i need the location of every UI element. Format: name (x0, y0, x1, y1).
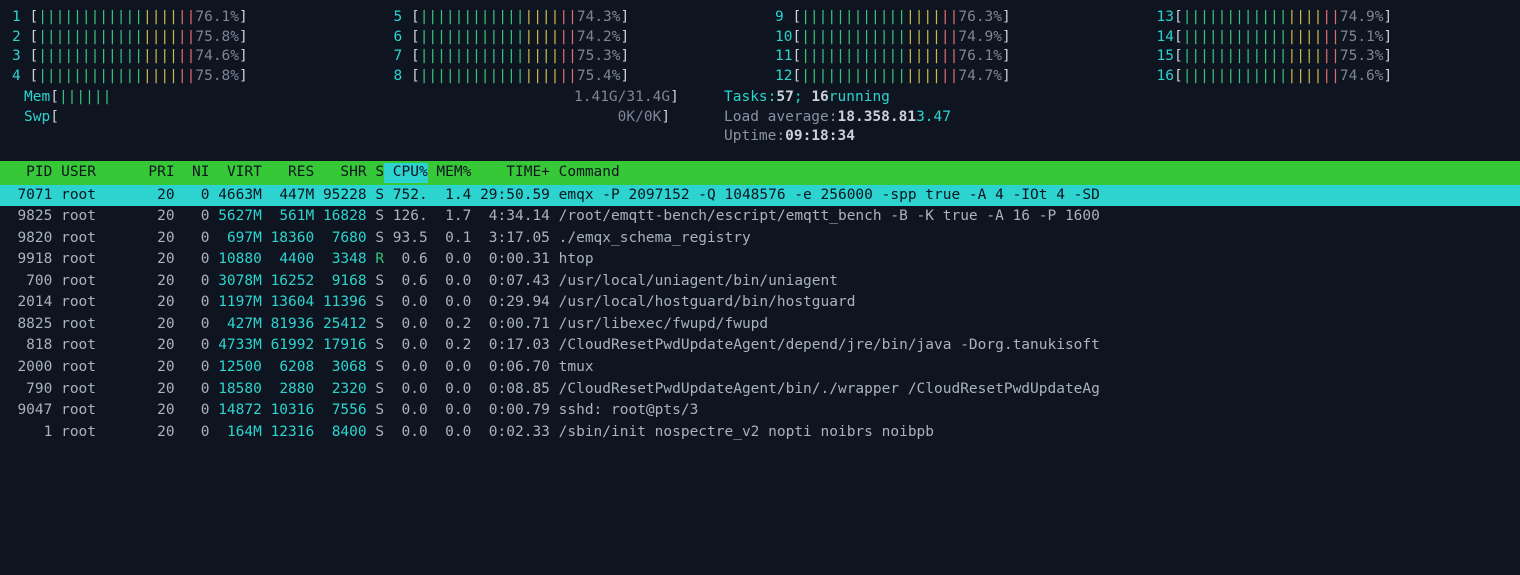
cpu-meter-2: 2 [||||||||||||||||||75.8%] (12, 28, 364, 48)
cpu-meter-7: 7 [||||||||||||||||||75.3%] (394, 47, 746, 67)
swap-meter: Swp[ 0K/0K] (24, 108, 724, 128)
tasks-running: 16 (811, 88, 828, 108)
cpu-meter-grid: 1 [||||||||||||||||||76.1%]2 [||||||||||… (12, 8, 1508, 86)
col-header-virt[interactable]: VIRT (209, 163, 261, 183)
process-row[interactable]: 9918root2001088044003348R0.60.00:00.31ht… (0, 249, 1520, 271)
process-list[interactable]: 7071root2004663M447M95228S752.1.429:50.5… (0, 185, 1520, 444)
col-header-user[interactable]: USER (52, 163, 131, 183)
col-header-res[interactable]: RES (262, 163, 314, 183)
cpu-meter-16: 16 [||||||||||||||||||74.6%] (1157, 67, 1509, 87)
col-header-pid[interactable]: PID (0, 163, 52, 183)
process-row[interactable]: 1root200164M123168400S0.00.00:02.33/sbin… (0, 422, 1520, 444)
col-header-time[interactable]: TIME+ (471, 163, 550, 183)
cpu-meter-6: 6 [||||||||||||||||||74.2%] (394, 28, 746, 48)
cpu-meter-8: 8 [||||||||||||||||||75.4%] (394, 67, 746, 87)
meters-panel: 1 [||||||||||||||||||76.1%]2 [||||||||||… (0, 8, 1520, 151)
load-1: 18.35 (838, 108, 882, 128)
uptime-label: Uptime: (724, 127, 785, 147)
cpu-meter-3: 3 [||||||||||||||||||74.6%] (12, 47, 364, 67)
col-header-mem[interactable]: MEM% (428, 163, 472, 183)
cpu-meter-9: 9 [||||||||||||||||||76.3%] (775, 8, 1127, 28)
col-header-command[interactable]: Command (550, 163, 620, 183)
process-row[interactable]: 7071root2004663M447M95228S752.1.429:50.5… (0, 185, 1520, 207)
process-row[interactable]: 818root2004733M6199217916S0.00.20:17.03/… (0, 335, 1520, 357)
tasks-line: Tasks: 57; 16 running (724, 88, 1496, 108)
mem-used: 1.41G (574, 89, 618, 105)
tasks-label: Tasks: (724, 88, 776, 108)
mem-total: 31.4G (626, 89, 670, 105)
process-row[interactable]: 790root2001858028802320S0.00.00:08.85/Cl… (0, 379, 1520, 401)
load-label: Load average: (724, 108, 838, 128)
process-row[interactable]: 2014root2001197M1360411396S0.00.00:29.94… (0, 292, 1520, 314)
col-header-ni[interactable]: NI (175, 163, 210, 183)
tasks-total: 57 (776, 88, 793, 108)
memory-block: Mem[|||||| 1.41G/31.4G] Swp[ 0K/0K] (24, 88, 724, 147)
cpu-meter-15: 15 [||||||||||||||||||75.3%] (1157, 47, 1509, 67)
mem-meter: Mem[|||||| 1.41G/31.4G] (24, 88, 724, 108)
cpu-meter-4: 4 [||||||||||||||||||75.8%] (12, 67, 364, 87)
swp-total: 0K (644, 109, 661, 125)
cpu-meter-5: 5 [||||||||||||||||||74.3%] (394, 8, 746, 28)
col-header-shr[interactable]: SHR (314, 163, 366, 183)
process-row[interactable]: 9820root200697M183607680S93.50.13:17.05.… (0, 228, 1520, 250)
col-header-s[interactable]: S (367, 163, 384, 183)
process-row[interactable]: 8825root200427M8193625412S0.00.20:00.71/… (0, 314, 1520, 336)
stats-block: Tasks: 57; 16 running Load average: 18.3… (724, 88, 1496, 147)
cpu-meter-13: 13 [||||||||||||||||||74.9%] (1157, 8, 1509, 28)
process-table-header[interactable]: PIDUSERPRINIVIRTRESSHRSCPU%MEM%TIME+Comm… (0, 161, 1520, 185)
process-row[interactable]: 9047root20014872103167556S0.00.00:00.79s… (0, 400, 1520, 422)
uptime-line: Uptime: 09:18:34 (724, 127, 1496, 147)
load-15: 3.47 (916, 108, 951, 128)
cpu-meter-10: 10 [||||||||||||||||||74.9%] (775, 28, 1127, 48)
uptime-value: 09:18:34 (785, 127, 855, 147)
mem-label: Mem (24, 88, 50, 108)
process-row[interactable]: 2000root2001250062083068S0.00.00:06.70tm… (0, 357, 1520, 379)
swp-label: Swp (24, 108, 50, 128)
load-average-line: Load average: 18.35 8.81 3.47 (724, 108, 1496, 128)
col-header-pri[interactable]: PRI (131, 163, 175, 183)
cpu-meter-11: 11 [||||||||||||||||||76.1%] (775, 47, 1127, 67)
col-header-cpu[interactable]: CPU% (384, 163, 428, 183)
swp-used: 0K (618, 109, 635, 125)
cpu-meter-14: 14 [||||||||||||||||||75.1%] (1157, 28, 1509, 48)
cpu-meter-12: 12 [||||||||||||||||||74.7%] (775, 67, 1127, 87)
process-row[interactable]: 700root2003078M162529168S0.60.00:07.43/u… (0, 271, 1520, 293)
process-row[interactable]: 9825root2005627M561M16828S126.1.74:34.14… (0, 206, 1520, 228)
load-5: 8.81 (881, 108, 916, 128)
cpu-meter-1: 1 [||||||||||||||||||76.1%] (12, 8, 364, 28)
